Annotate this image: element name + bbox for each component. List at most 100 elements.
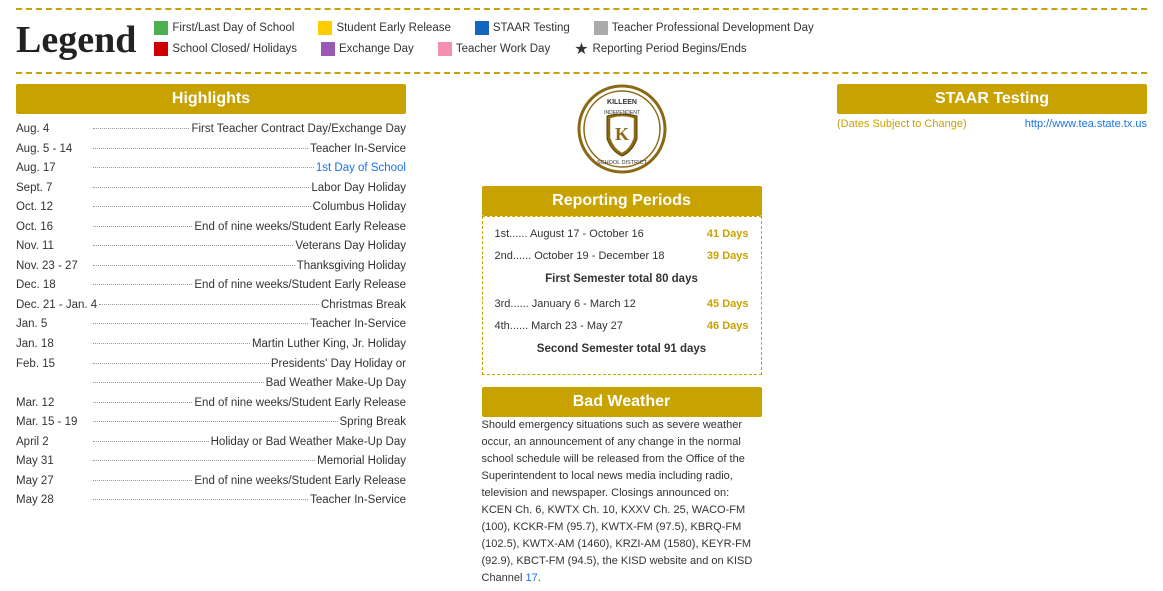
- highlight-dots: [93, 343, 250, 344]
- highlight-date: Mar. 12: [16, 394, 91, 414]
- teacher-work-label: Teacher Work Day: [456, 43, 550, 55]
- highlight-row: Nov. 23 - 27Thanksgiving Holiday: [16, 257, 406, 277]
- highlight-date: Jan. 18: [16, 335, 91, 355]
- highlight-row: Aug. 171st Day of School: [16, 159, 406, 179]
- rp-row: 1st...... August 17 - October 16 41 Days: [495, 225, 749, 245]
- highlight-event: End of nine weeks/Student Early Release: [194, 276, 406, 296]
- tpd-color: [594, 21, 608, 35]
- bad-weather-channel-link[interactable]: 17: [526, 572, 538, 584]
- highlight-row: Aug. 4First Teacher Contract Day/Exchang…: [16, 120, 406, 140]
- highlight-dots: [93, 284, 192, 285]
- highlight-row: Oct. 16 End of nine weeks/Student Early R…: [16, 218, 406, 238]
- highlight-dots: [93, 363, 269, 364]
- highlight-dots: [93, 480, 192, 481]
- legend-item-tpd: Teacher Professional Development Day: [594, 21, 814, 35]
- highlight-date: Dec. 18: [16, 276, 91, 296]
- highlight-date: Jan. 5: [16, 315, 91, 335]
- reporting-content: 1st...... August 17 - October 16 41 Days2…: [482, 216, 762, 375]
- highlight-row: May 27 End of nine weeks/Student Early Re…: [16, 472, 406, 492]
- killeen-logo: KILLEEN INDEPENDENT K SCHOOL DISTRICT: [577, 84, 667, 174]
- legend-item-early-release: Student Early Release: [318, 21, 450, 35]
- highlight-event: Columbus Holiday: [313, 198, 406, 218]
- highlight-row: Dec. 21 - Jan. 4Christmas Break: [16, 296, 406, 316]
- highlight-date: Mar. 15 - 19: [16, 413, 91, 433]
- highlight-row: May 31 Memorial Holiday: [16, 452, 406, 472]
- legend-item-first-last: First/Last Day of School: [154, 21, 294, 35]
- legend-row-2: School Closed/ Holidays Exchange Day Tea…: [154, 39, 1147, 59]
- highlight-dots: [93, 245, 293, 246]
- highlight-event: Memorial Holiday: [317, 452, 406, 472]
- reporting-label: Reporting Period Begins/Ends: [593, 43, 747, 55]
- highlight-dots: [93, 128, 189, 129]
- highlights-list: Aug. 4First Teacher Contract Day/Exchang…: [16, 120, 406, 511]
- highlight-row: Dec. 18 End of nine weeks/Student Early R…: [16, 276, 406, 296]
- highlight-event: 1st Day of School: [316, 159, 406, 179]
- highlight-row: Jan. 5 Teacher In-Service: [16, 315, 406, 335]
- highlight-event: Veterans Day Holiday: [295, 237, 406, 257]
- rp-days: 41 Days: [707, 225, 749, 245]
- exchange-color: [321, 42, 335, 56]
- highlight-event: Martin Luther King, Jr. Holiday: [252, 335, 406, 355]
- legend-item-staar: STAAR Testing: [475, 21, 570, 35]
- rp-total-2: Second Semester total 91 days: [495, 339, 749, 360]
- highlight-date: May 27: [16, 472, 91, 492]
- exchange-label: Exchange Day: [339, 43, 414, 55]
- teacher-work-color: [438, 42, 452, 56]
- highlight-date: April 2: [16, 433, 91, 453]
- highlight-event: End of nine weeks/Student Early Release: [194, 394, 406, 414]
- legend-item-reporting: ★ Reporting Period Begins/Ends: [574, 39, 746, 59]
- highlight-dots: [93, 460, 315, 461]
- early-release-color: [318, 21, 332, 35]
- highlight-date: Feb. 15: [16, 355, 91, 375]
- highlight-event: End of nine weeks/Student Early Release: [194, 472, 406, 492]
- highlight-event: Presidents' Day Holiday or: [271, 355, 406, 375]
- highlight-dots: [93, 499, 308, 500]
- bad-weather-text: Should emergency situations such as seve…: [482, 417, 762, 587]
- highlight-dots: [93, 441, 209, 442]
- highlight-dots: [93, 265, 295, 266]
- highlight-date: Aug. 5 - 14: [16, 140, 91, 160]
- highlight-row: Nov. 11Veterans Day Holiday: [16, 237, 406, 257]
- highlight-date: May 31: [16, 452, 91, 472]
- rp-row: 4th...... March 23 - May 2746 Days: [495, 317, 749, 337]
- highlight-date: Oct. 12: [16, 198, 91, 218]
- right-column: STAAR Testing (Dates Subject to Change) …: [837, 84, 1147, 587]
- star-icon: ★: [574, 39, 588, 59]
- highlight-dots: [93, 167, 314, 168]
- highlight-dots: [93, 148, 308, 149]
- staar-link[interactable]: http://www.tea.state.tx.us: [1025, 118, 1147, 130]
- highlight-date: May 28: [16, 491, 91, 511]
- reporting-header: Reporting Periods: [482, 186, 762, 216]
- early-release-label: Student Early Release: [336, 22, 450, 34]
- rp-days: 45 Days: [707, 295, 749, 315]
- highlight-row: Bad Weather Make-Up Day: [16, 374, 406, 394]
- highlight-event: End of nine weeks/Student Early Release: [194, 218, 406, 238]
- highlight-dots: [93, 323, 308, 324]
- highlight-date: Oct. 16: [16, 218, 91, 238]
- highlight-date: Nov. 23 - 27: [16, 257, 91, 277]
- highlight-dots: [93, 187, 309, 188]
- highlight-event: First Teacher Contract Day/Exchange Day: [191, 120, 406, 140]
- bad-weather-content: Should emergency situations such as seve…: [482, 417, 762, 587]
- closed-label: School Closed/ Holidays: [172, 43, 297, 55]
- rp-dates: 1st...... August 17 - October 16: [495, 225, 644, 245]
- staar-header: STAAR Testing: [837, 84, 1147, 114]
- first-last-label: First/Last Day of School: [172, 22, 294, 34]
- highlight-dots: [93, 226, 192, 227]
- highlight-event: Teacher In-Service: [310, 315, 406, 335]
- rp-row: 3rd...... January 6 - March 1245 Days: [495, 295, 749, 315]
- highlight-dots: [99, 304, 319, 305]
- highlight-row: Feb. 15 Presidents' Day Holiday or: [16, 355, 406, 375]
- svg-text:K: K: [614, 124, 628, 144]
- rp-row: 2nd...... October 19 - December 1839 Day…: [495, 247, 749, 267]
- left-column: Highlights Aug. 4First Teacher Contract …: [16, 84, 406, 587]
- bad-weather-section: Bad Weather Should emergency situations …: [482, 387, 762, 587]
- highlight-dots: [93, 382, 264, 383]
- closed-color: [154, 42, 168, 56]
- staar-label: STAAR Testing: [493, 22, 570, 34]
- legend-item-teacher-work: Teacher Work Day: [438, 42, 550, 56]
- legend-item-closed: School Closed/ Holidays: [154, 42, 297, 56]
- rp-days: 39 Days: [707, 247, 749, 267]
- highlight-row: May 28Teacher In-Service: [16, 491, 406, 511]
- highlight-event: Teacher In-Service: [310, 140, 406, 160]
